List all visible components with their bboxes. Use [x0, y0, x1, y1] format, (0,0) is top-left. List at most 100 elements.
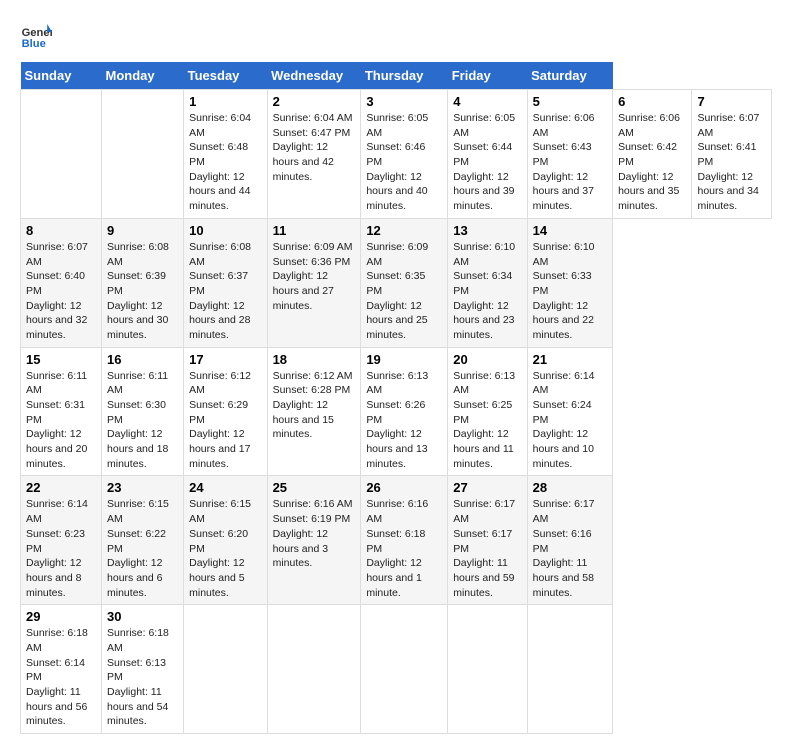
day-info: Sunrise: 6:16 AMSunset: 6:18 PMDaylight:…	[366, 497, 442, 600]
day-number: 23	[107, 480, 178, 495]
day-of-week-saturday: Saturday	[527, 62, 612, 90]
day-number: 11	[273, 223, 356, 238]
day-number: 22	[26, 480, 96, 495]
empty-cell	[527, 605, 612, 734]
empty-cell	[184, 605, 267, 734]
day-number: 13	[453, 223, 521, 238]
day-info: Sunrise: 6:04 AMSunset: 6:48 PMDaylight:…	[189, 111, 261, 214]
day-of-week-friday: Friday	[448, 62, 527, 90]
day-cell-18: 18 Sunrise: 6:12 AMSunset: 6:28 PMDayligh…	[267, 347, 361, 476]
day-number: 17	[189, 352, 261, 367]
day-cell-11: 11 Sunrise: 6:09 AMSunset: 6:36 PMDayligh…	[267, 218, 361, 347]
empty-cell	[361, 605, 448, 734]
day-number: 4	[453, 94, 521, 109]
day-cell-5: 5 Sunrise: 6:06 AMSunset: 6:43 PMDaylight…	[527, 90, 612, 219]
day-info: Sunrise: 6:18 AMSunset: 6:13 PMDaylight:…	[107, 626, 178, 729]
day-of-week-monday: Monday	[102, 62, 184, 90]
day-info: Sunrise: 6:06 AMSunset: 6:42 PMDaylight:…	[618, 111, 686, 214]
day-cell-2: 2 Sunrise: 6:04 AMSunset: 6:47 PMDaylight…	[267, 90, 361, 219]
day-cell-15: 15 Sunrise: 6:11 AMSunset: 6:31 PMDayligh…	[21, 347, 102, 476]
empty-cell	[21, 90, 102, 219]
day-info: Sunrise: 6:16 AMSunset: 6:19 PMDaylight:…	[273, 497, 356, 570]
day-info: Sunrise: 6:14 AMSunset: 6:24 PMDaylight:…	[533, 369, 607, 472]
day-number: 9	[107, 223, 178, 238]
day-cell-4: 4 Sunrise: 6:05 AMSunset: 6:44 PMDaylight…	[448, 90, 527, 219]
day-info: Sunrise: 6:17 AMSunset: 6:16 PMDaylight:…	[533, 497, 607, 600]
day-cell-28: 28 Sunrise: 6:17 AMSunset: 6:16 PMDayligh…	[527, 476, 612, 605]
day-cell-29: 29Sunrise: 6:18 AMSunset: 6:14 PMDayligh…	[21, 605, 102, 734]
day-number: 3	[366, 94, 442, 109]
day-cell-8: 8Sunrise: 6:07 AMSunset: 6:40 PMDaylight…	[21, 218, 102, 347]
week-row-1: 1 Sunrise: 6:04 AMSunset: 6:48 PMDaylight…	[21, 90, 772, 219]
day-info: Sunrise: 6:09 AMSunset: 6:36 PMDaylight:…	[273, 240, 356, 313]
day-number: 24	[189, 480, 261, 495]
day-info: Sunrise: 6:07 AMSunset: 6:41 PMDaylight:…	[697, 111, 766, 214]
day-info: Sunrise: 6:10 AMSunset: 6:33 PMDaylight:…	[533, 240, 607, 343]
day-cell-19: 19 Sunrise: 6:13 AMSunset: 6:26 PMDayligh…	[361, 347, 448, 476]
day-info: Sunrise: 6:15 AMSunset: 6:22 PMDaylight:…	[107, 497, 178, 600]
day-info: Sunrise: 6:05 AMSunset: 6:46 PMDaylight:…	[366, 111, 442, 214]
logo-icon: General Blue	[20, 20, 52, 52]
day-cell-7: 7 Sunrise: 6:07 AMSunset: 6:41 PMDaylight…	[692, 90, 772, 219]
day-number: 26	[366, 480, 442, 495]
day-info: Sunrise: 6:11 AMSunset: 6:31 PMDaylight:…	[26, 369, 96, 472]
day-info: Sunrise: 6:06 AMSunset: 6:43 PMDaylight:…	[533, 111, 607, 214]
day-info: Sunrise: 6:13 AMSunset: 6:25 PMDaylight:…	[453, 369, 521, 472]
day-number: 5	[533, 94, 607, 109]
day-info: Sunrise: 6:10 AMSunset: 6:34 PMDaylight:…	[453, 240, 521, 343]
day-cell-1: 1 Sunrise: 6:04 AMSunset: 6:48 PMDaylight…	[184, 90, 267, 219]
day-cell-10: 10Sunrise: 6:08 AMSunset: 6:37 PMDayligh…	[184, 218, 267, 347]
day-info: Sunrise: 6:05 AMSunset: 6:44 PMDaylight:…	[453, 111, 521, 214]
day-number: 16	[107, 352, 178, 367]
day-info: Sunrise: 6:09 AMSunset: 6:35 PMDaylight:…	[366, 240, 442, 343]
day-of-week-thursday: Thursday	[361, 62, 448, 90]
day-info: Sunrise: 6:08 AMSunset: 6:37 PMDaylight:…	[189, 240, 261, 343]
day-cell-21: 21 Sunrise: 6:14 AMSunset: 6:24 PMDayligh…	[527, 347, 612, 476]
day-cell-30: 30Sunrise: 6:18 AMSunset: 6:13 PMDayligh…	[102, 605, 184, 734]
empty-cell	[267, 605, 361, 734]
day-info: Sunrise: 6:07 AMSunset: 6:40 PMDaylight:…	[26, 240, 96, 343]
day-number: 12	[366, 223, 442, 238]
day-cell-24: 24Sunrise: 6:15 AMSunset: 6:20 PMDayligh…	[184, 476, 267, 605]
day-cell-14: 14 Sunrise: 6:10 AMSunset: 6:33 PMDayligh…	[527, 218, 612, 347]
day-number: 1	[189, 94, 261, 109]
day-info: Sunrise: 6:11 AMSunset: 6:30 PMDaylight:…	[107, 369, 178, 472]
day-info: Sunrise: 6:12 AMSunset: 6:28 PMDaylight:…	[273, 369, 356, 442]
week-row-4: 22 Sunrise: 6:14 AMSunset: 6:23 PMDayligh…	[21, 476, 772, 605]
day-info: Sunrise: 6:13 AMSunset: 6:26 PMDaylight:…	[366, 369, 442, 472]
day-number: 7	[697, 94, 766, 109]
day-info: Sunrise: 6:17 AMSunset: 6:17 PMDaylight:…	[453, 497, 521, 600]
day-cell-20: 20 Sunrise: 6:13 AMSunset: 6:25 PMDayligh…	[448, 347, 527, 476]
week-row-2: 8Sunrise: 6:07 AMSunset: 6:40 PMDaylight…	[21, 218, 772, 347]
day-cell-25: 25Sunrise: 6:16 AMSunset: 6:19 PMDayligh…	[267, 476, 361, 605]
day-info: Sunrise: 6:04 AMSunset: 6:47 PMDaylight:…	[273, 111, 356, 184]
day-of-week-tuesday: Tuesday	[184, 62, 267, 90]
empty-cell	[448, 605, 527, 734]
day-number: 27	[453, 480, 521, 495]
day-cell-22: 22 Sunrise: 6:14 AMSunset: 6:23 PMDayligh…	[21, 476, 102, 605]
svg-text:Blue: Blue	[22, 38, 46, 50]
day-number: 21	[533, 352, 607, 367]
day-number: 14	[533, 223, 607, 238]
week-row-5: 29Sunrise: 6:18 AMSunset: 6:14 PMDayligh…	[21, 605, 772, 734]
calendar-header-row: SundayMondayTuesdayWednesdayThursdayFrid…	[21, 62, 772, 90]
day-number: 19	[366, 352, 442, 367]
day-cell-9: 9Sunrise: 6:08 AMSunset: 6:39 PMDaylight…	[102, 218, 184, 347]
day-number: 18	[273, 352, 356, 367]
day-of-week-sunday: Sunday	[21, 62, 102, 90]
day-cell-13: 13 Sunrise: 6:10 AMSunset: 6:34 PMDayligh…	[448, 218, 527, 347]
day-number: 20	[453, 352, 521, 367]
week-row-3: 15 Sunrise: 6:11 AMSunset: 6:31 PMDayligh…	[21, 347, 772, 476]
day-info: Sunrise: 6:12 AMSunset: 6:29 PMDaylight:…	[189, 369, 261, 472]
day-cell-17: 17 Sunrise: 6:12 AMSunset: 6:29 PMDayligh…	[184, 347, 267, 476]
calendar-table: SundayMondayTuesdayWednesdayThursdayFrid…	[20, 62, 772, 734]
day-number: 2	[273, 94, 356, 109]
logo: General Blue	[20, 20, 52, 52]
day-cell-16: 16 Sunrise: 6:11 AMSunset: 6:30 PMDayligh…	[102, 347, 184, 476]
day-number: 15	[26, 352, 96, 367]
page-header: General Blue	[20, 20, 772, 52]
day-info: Sunrise: 6:14 AMSunset: 6:23 PMDaylight:…	[26, 497, 96, 600]
day-info: Sunrise: 6:18 AMSunset: 6:14 PMDaylight:…	[26, 626, 96, 729]
day-cell-3: 3 Sunrise: 6:05 AMSunset: 6:46 PMDaylight…	[361, 90, 448, 219]
day-number: 28	[533, 480, 607, 495]
